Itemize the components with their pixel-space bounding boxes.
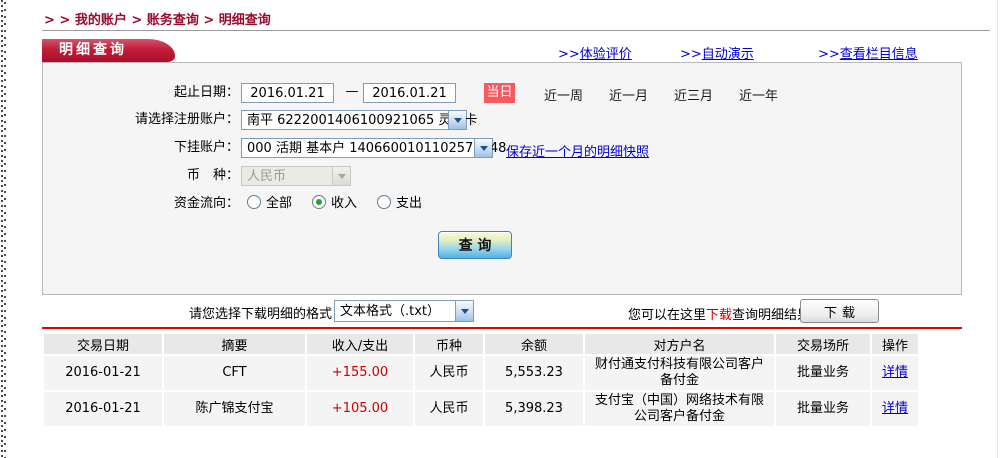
detail-link[interactable]: 详情 bbox=[882, 365, 908, 380]
cell-date: 2016-01-21 bbox=[44, 356, 162, 390]
flow-radio-全部[interactable]: 全部 bbox=[247, 192, 292, 211]
chevrons-icon: >> bbox=[818, 47, 840, 62]
cell-amount: +105.00 bbox=[307, 392, 413, 426]
range-link[interactable]: 近三月 bbox=[674, 85, 713, 104]
left-dotted-border bbox=[0, 0, 7, 458]
top-divider bbox=[42, 30, 990, 31]
link-label: 查看栏目信息 bbox=[840, 47, 918, 62]
flow-radio-收入[interactable]: 收入 bbox=[312, 192, 357, 211]
cell-channel: 批量业务 bbox=[776, 392, 870, 426]
save-snapshot-link[interactable]: 保存近一个月的明细快照 bbox=[506, 141, 649, 160]
breadcrumb-item[interactable]: 我的账户 bbox=[75, 13, 127, 28]
cell-counterparty: 支付宝（中国）网络技术有限公司客户备付金 bbox=[585, 392, 774, 426]
transactions-table: 交易日期摘要收入/支出币种余额对方户名交易场所操作 2016-01-21CFT+… bbox=[42, 332, 920, 428]
sub-account-value: 000 活期 基本户 1406600101102571848 bbox=[247, 140, 506, 157]
radio-icon bbox=[377, 195, 391, 209]
cell-action: 详情 bbox=[872, 392, 918, 426]
link-view-column-info[interactable]: >>查看栏目信息 bbox=[818, 43, 918, 62]
detail-link[interactable]: 详情 bbox=[882, 401, 908, 416]
table-header-cell: 收入/支出 bbox=[307, 334, 413, 354]
cell-date: 2016-01-21 bbox=[44, 392, 162, 426]
table-header-row: 交易日期摘要收入/支出币种余额对方户名交易场所操作 bbox=[44, 334, 918, 354]
breadcrumb: > > 我的账户 > 账务查询 > 明细查询 bbox=[44, 9, 271, 28]
quick-range-links: 近一周 近一月 近三月 近一年 bbox=[544, 85, 778, 104]
table-top-divider bbox=[42, 327, 962, 329]
flow-radio-group: 全部 收入 支出 bbox=[247, 192, 422, 211]
table-header-cell: 交易日期 bbox=[44, 334, 162, 354]
register-account-label: 请选择注册账户： bbox=[43, 112, 239, 128]
flow-radio-支出[interactable]: 支出 bbox=[377, 192, 422, 211]
detail-query-page: > > 我的账户 > 账务查询 > 明细查询 明细查询 >>体验评价 >>自动演… bbox=[0, 0, 1001, 458]
currency-select: 人民币 bbox=[241, 166, 351, 186]
table-header-cell: 余额 bbox=[485, 334, 583, 354]
download-format-select[interactable]: 文本格式（.txt） bbox=[334, 300, 474, 322]
range-link[interactable]: 近一年 bbox=[739, 85, 778, 104]
cell-balance: 5,398.23 bbox=[485, 392, 583, 426]
chevrons-icon: >> bbox=[680, 47, 702, 62]
download-hint: 您可以在这里下载查询明细结果 bbox=[628, 304, 810, 323]
table-row: 2016-01-21CFT+155.00人民币5,553.23财付通支付科技有限… bbox=[44, 356, 918, 390]
cell-summary: 陈广锦支付宝 bbox=[164, 392, 305, 426]
cell-action: 详情 bbox=[872, 356, 918, 390]
register-account-value: 南平 6222001406100921065 灵通卡 bbox=[247, 112, 477, 129]
cell-balance: 5,553.23 bbox=[485, 356, 583, 390]
cell-amount: +155.00 bbox=[307, 356, 413, 390]
date-dash: — bbox=[342, 84, 362, 99]
radio-icon bbox=[247, 195, 261, 209]
download-button[interactable]: 下载 bbox=[800, 299, 879, 323]
link-label: 体验评价 bbox=[580, 47, 632, 62]
link-experience-review[interactable]: >>体验评价 bbox=[558, 43, 632, 62]
date-to-input[interactable] bbox=[363, 83, 456, 103]
tab-detail-query[interactable]: 明细查询 bbox=[42, 39, 175, 62]
radio-label: 全部 bbox=[266, 192, 292, 211]
query-form-panel: 起止日期： — 当日 近一周 近一月 近三月 近一年 请选择注册账户： 南平 6222… bbox=[42, 62, 962, 295]
hint-prefix: 您可以在这里 bbox=[628, 308, 706, 323]
chevron-down-icon bbox=[455, 301, 473, 321]
table-header-cell: 操作 bbox=[872, 334, 918, 354]
table-header-cell: 交易场所 bbox=[776, 334, 870, 354]
range-today-badge[interactable]: 当日 bbox=[484, 83, 515, 103]
cell-channel: 批量业务 bbox=[776, 356, 870, 390]
range-link[interactable]: 近一周 bbox=[544, 85, 583, 104]
table-row: 2016-01-21陈广锦支付宝+105.00人民币5,398.23支付宝（中国… bbox=[44, 392, 918, 426]
radio-icon bbox=[312, 195, 326, 209]
radio-label: 收入 bbox=[331, 192, 357, 211]
table-header-cell: 对方户名 bbox=[585, 334, 774, 354]
flow-label: 资金流向： bbox=[43, 196, 239, 212]
table-body: 2016-01-21CFT+155.00人民币5,553.23财付通支付科技有限… bbox=[44, 356, 918, 426]
hint-download-word: 下载 bbox=[706, 308, 732, 323]
breadcrumb-item[interactable]: 账务查询 bbox=[147, 13, 199, 28]
radio-label: 支出 bbox=[396, 192, 422, 211]
cell-counterparty: 财付通支付科技有限公司客户备付金 bbox=[585, 356, 774, 390]
cell-summary: CFT bbox=[164, 356, 305, 390]
right-border bbox=[997, 0, 998, 458]
cell-currency: 人民币 bbox=[415, 392, 483, 426]
chevrons-icon: >> bbox=[558, 47, 580, 62]
date-from-input[interactable] bbox=[241, 83, 334, 103]
hint-suffix: 查询明细结果 bbox=[732, 308, 810, 323]
link-auto-demo[interactable]: >>自动演示 bbox=[680, 43, 754, 62]
range-link[interactable]: 近一月 bbox=[609, 85, 648, 104]
sub-account-label: 下挂账户： bbox=[43, 140, 239, 156]
currency-label: 币 种： bbox=[43, 168, 239, 184]
register-account-select[interactable]: 南平 6222001406100921065 灵通卡 bbox=[241, 110, 467, 130]
currency-value: 人民币 bbox=[247, 168, 286, 185]
chevron-down-icon bbox=[332, 167, 350, 185]
query-button[interactable]: 查 询 bbox=[438, 231, 512, 259]
chevron-down-icon bbox=[448, 111, 466, 129]
cell-currency: 人民币 bbox=[415, 356, 483, 390]
sub-account-select[interactable]: 000 活期 基本户 1406600101102571848 bbox=[241, 138, 493, 158]
download-format-value: 文本格式（.txt） bbox=[340, 303, 440, 320]
link-label: 自动演示 bbox=[702, 47, 754, 62]
download-format-label: 请您选择下载明细的格式 bbox=[42, 303, 332, 322]
table-header-cell: 币种 bbox=[415, 334, 483, 354]
chevron-down-icon bbox=[474, 139, 492, 157]
breadcrumb-item[interactable]: 明细查询 bbox=[219, 13, 271, 28]
date-range-label: 起止日期： bbox=[43, 85, 239, 101]
table-header-cell: 摘要 bbox=[164, 334, 305, 354]
